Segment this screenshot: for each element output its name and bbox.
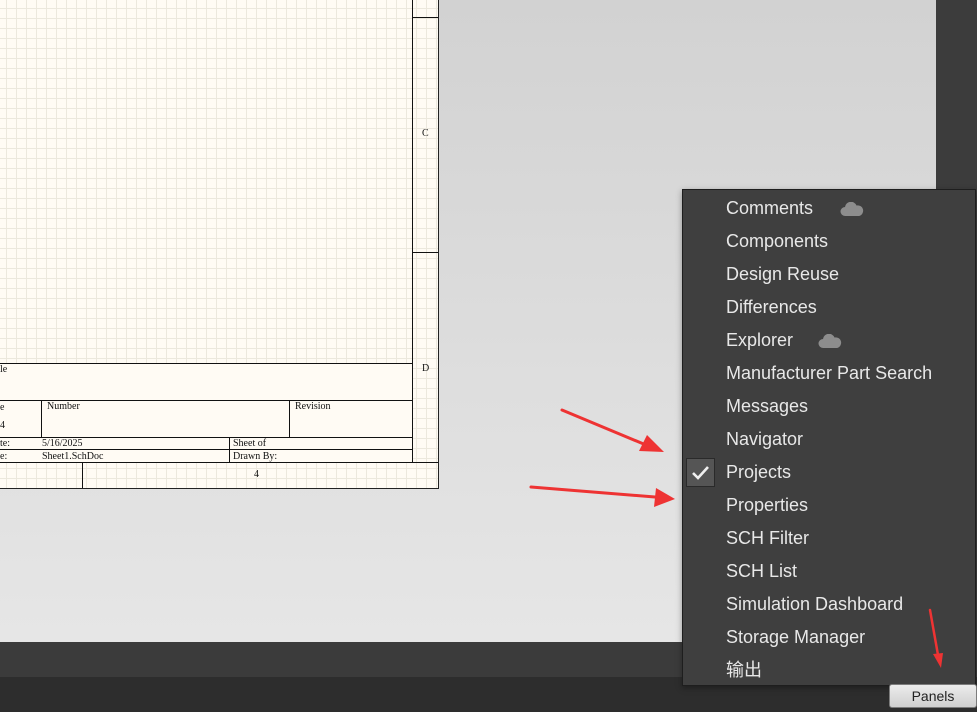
menu-item-label: Manufacturer Part Search	[726, 363, 933, 383]
zone-divider	[412, 17, 438, 18]
menu-item-components[interactable]: Components	[683, 225, 975, 258]
menu-item-label: Explorer	[726, 330, 794, 350]
number-label: Number	[47, 401, 80, 412]
menu-item-label: SCH List	[726, 561, 798, 581]
menu-item-storage-manager[interactable]: Storage Manager	[683, 621, 975, 654]
menu-item-comments[interactable]: Comments	[683, 192, 975, 225]
cloud-icon	[818, 334, 842, 348]
title-block-line	[289, 400, 290, 437]
title-block-line	[0, 363, 413, 364]
column-number: 4	[254, 469, 259, 480]
menu-item-sch-list[interactable]: SCH List	[683, 555, 975, 588]
zone-label-c: C	[422, 128, 429, 139]
zone-divider	[412, 252, 438, 253]
date-value: 5/16/2025	[42, 438, 83, 449]
title-block-line	[229, 437, 230, 463]
panels-button[interactable]: Panels	[889, 684, 977, 708]
schematic-sheet[interactable]: C D le e 4 Number Revision te: 5/16/2025…	[0, 0, 439, 489]
menu-item-label: Storage Manager	[726, 627, 866, 647]
size-value: 4	[0, 420, 5, 431]
check-box	[686, 458, 715, 487]
panels-menu: Comments Components Design Reuse Differe…	[682, 189, 976, 686]
menu-item-differences[interactable]: Differences	[683, 291, 975, 324]
menu-item-explorer[interactable]: Explorer	[683, 324, 975, 357]
menu-item-label: 输出	[726, 660, 762, 680]
menu-item-simulation-dashboard[interactable]: Simulation Dashboard	[683, 588, 975, 621]
menu-item-label: SCH Filter	[726, 528, 810, 548]
menu-item-label: Comments	[726, 198, 814, 218]
title-block-line	[0, 462, 438, 463]
menu-item-label: Components	[726, 231, 829, 251]
menu-item-label: Navigator	[726, 429, 804, 449]
column-divider	[82, 462, 83, 488]
menu-item-label: Properties	[726, 495, 809, 515]
menu-item-output[interactable]: 输出	[683, 654, 975, 687]
title-block-line	[0, 449, 413, 450]
menu-item-messages[interactable]: Messages	[683, 390, 975, 423]
menu-item-sch-filter[interactable]: SCH Filter	[683, 522, 975, 555]
menu-item-navigator[interactable]: Navigator	[683, 423, 975, 456]
file-label: e:	[0, 451, 8, 462]
zone-border-line	[412, 0, 413, 463]
menu-item-properties[interactable]: Properties	[683, 489, 975, 522]
zone-label-d: D	[422, 363, 430, 374]
title-label: le	[0, 364, 8, 375]
size-label: e	[0, 402, 5, 413]
title-block-line	[41, 400, 42, 437]
menu-item-projects[interactable]: Projects	[683, 456, 975, 489]
menu-item-manufacturer-part-search[interactable]: Manufacturer Part Search	[683, 357, 975, 390]
menu-item-label: Projects	[726, 462, 792, 482]
sheet-label: Sheet of	[233, 438, 267, 449]
drawn-by-label: Drawn By:	[233, 451, 278, 462]
revision-label: Revision	[295, 401, 331, 412]
file-value: Sheet1.SchDoc	[42, 451, 104, 462]
date-label: te:	[0, 438, 10, 449]
checkmark-icon	[692, 466, 709, 480]
cloud-icon	[840, 202, 864, 216]
menu-item-label: Design Reuse	[726, 264, 840, 284]
menu-item-label: Simulation Dashboard	[726, 594, 904, 614]
menu-item-design-reuse[interactable]: Design Reuse	[683, 258, 975, 291]
menu-item-label: Differences	[726, 297, 817, 317]
menu-item-label: Messages	[726, 396, 809, 416]
